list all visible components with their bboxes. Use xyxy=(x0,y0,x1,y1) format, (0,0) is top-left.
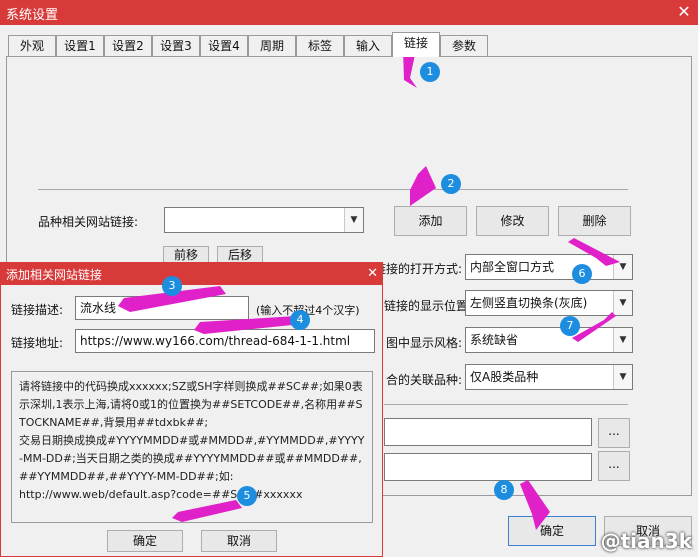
annotation-arrow-6 xyxy=(568,238,620,266)
annotation-badge-7: 7 xyxy=(560,316,580,336)
tab-links[interactable]: 链接 xyxy=(392,32,440,57)
annotation-badge-1: 1 xyxy=(420,62,440,82)
watermark: @tian3k xyxy=(600,529,692,553)
annotation-arrows xyxy=(118,50,620,530)
annotation-badge-5: 5 xyxy=(237,486,257,506)
annotation-arrow-8 xyxy=(520,480,550,530)
annotation-badge-6: 6 xyxy=(572,264,592,284)
annotation-arrow-5 xyxy=(172,500,242,522)
annotation-badge-3: 3 xyxy=(162,276,182,296)
annotation-badge-4: 4 xyxy=(290,310,310,330)
annotation-arrow-2 xyxy=(410,166,436,206)
annotation-badge-2: 2 xyxy=(441,174,461,194)
annotation-arrow-4 xyxy=(194,316,302,334)
annotation-badge-8: 8 xyxy=(494,480,514,500)
